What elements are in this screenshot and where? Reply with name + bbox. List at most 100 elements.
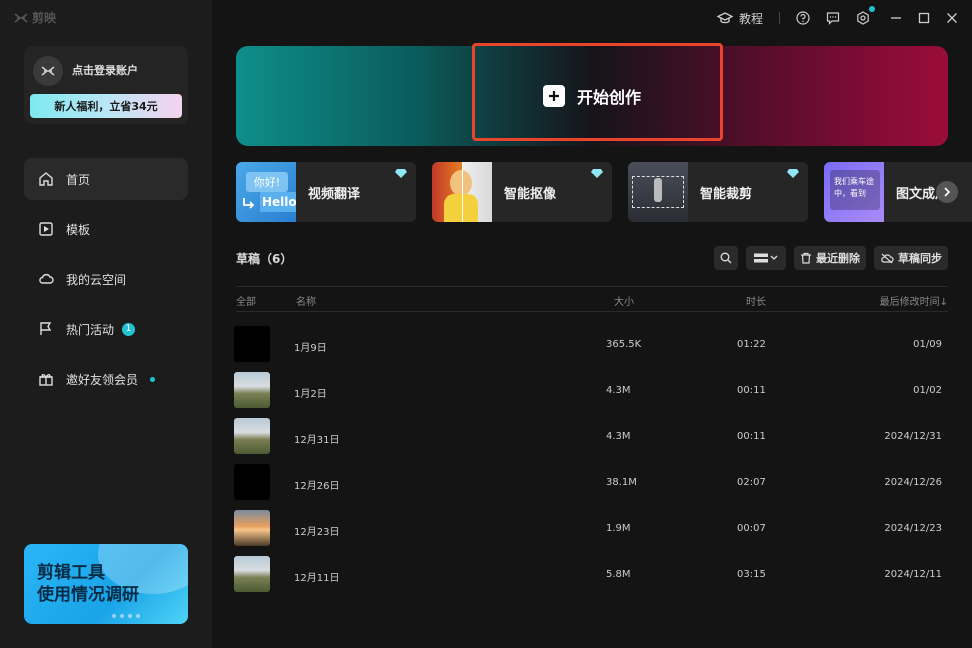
minimize-button[interactable] bbox=[890, 12, 902, 24]
draft-row[interactable]: 12月31日 4.3M 00:11 2024/12/31 bbox=[234, 414, 948, 460]
search-icon bbox=[720, 252, 732, 264]
sidebar-item-home[interactable]: 首页 bbox=[24, 158, 188, 200]
draft-name: 12月26日 bbox=[294, 481, 340, 492]
login-label[interactable]: 点击登录账户 bbox=[72, 62, 138, 78]
recent-delete-button[interactable]: 最近删除 bbox=[794, 246, 866, 270]
template-icon bbox=[39, 222, 53, 236]
highlight-annotation-box bbox=[472, 43, 723, 141]
vip-diamond-icon bbox=[395, 169, 407, 178]
draft-name: 12月31日 bbox=[294, 435, 340, 446]
sidebar-item-activities[interactable]: 热门活动 1 bbox=[24, 308, 188, 350]
draft-size: 5.8M bbox=[606, 569, 631, 580]
sidebar-nav: 首页 模板 我的云空间 热门活动 1 邀好友领会员 bbox=[24, 158, 188, 408]
draft-modified-time: 2024/12/11 bbox=[884, 569, 942, 580]
carousel-dots bbox=[112, 614, 140, 618]
survey-line-2: 使用情况调研 bbox=[37, 585, 139, 605]
recent-delete-label: 最近删除 bbox=[816, 252, 860, 265]
draft-thumbnail[interactable] bbox=[234, 326, 270, 362]
draft-size: 4.3M bbox=[606, 431, 631, 442]
capcut-logo-icon bbox=[14, 12, 28, 23]
column-duration[interactable]: 时长 bbox=[746, 293, 766, 308]
draft-name: 12月11日 bbox=[294, 573, 340, 584]
video-translate-thumbnail: 你好! Hello bbox=[236, 162, 297, 222]
feature-label: 视频翻译 bbox=[308, 187, 361, 202]
draft-thumbnail[interactable] bbox=[234, 556, 270, 592]
settings-button[interactable] bbox=[856, 6, 875, 25]
draft-thumbnail[interactable] bbox=[234, 510, 270, 546]
draft-row[interactable]: 12月26日 38.1M 02:07 2024/12/26 bbox=[234, 460, 948, 506]
column-size[interactable]: 大小 bbox=[614, 293, 634, 308]
cloud-sync-icon bbox=[881, 253, 894, 264]
column-select-all[interactable]: 全部 bbox=[236, 293, 256, 308]
settings-notification-dot bbox=[869, 6, 875, 12]
draft-modified-time: 2024/12/31 bbox=[884, 431, 942, 442]
drafts-table-header: 全部 名称 大小 时长 最后修改时间↓ bbox=[236, 286, 948, 312]
draft-sync-button[interactable]: 草稿同步 bbox=[874, 246, 948, 270]
sidebar-item-label: 邀好友领会员 bbox=[66, 372, 139, 387]
view-toggle-button[interactable] bbox=[746, 246, 786, 270]
draft-row[interactable]: 1月2日 4.3M 00:11 01/02 bbox=[234, 368, 948, 414]
sidebar-item-label: 热门活动 bbox=[66, 322, 115, 337]
draft-size: 4.3M bbox=[606, 385, 631, 396]
draft-sync-label: 草稿同步 bbox=[898, 252, 942, 265]
feedback-icon bbox=[826, 12, 840, 25]
draft-row[interactable]: 12月23日 1.9M 00:07 2024/12/23 bbox=[234, 506, 948, 552]
thumb-text-nihao: 你好! bbox=[246, 172, 288, 192]
flag-icon bbox=[40, 322, 52, 335]
sidebar: 剪映 点击登录账户 新人福利，立省34元 首页 模板 我的云空间 热门活动 1 … bbox=[0, 0, 212, 648]
survey-text: 剪辑工具 使用情况调研 bbox=[37, 562, 139, 606]
thumb-caption-text: 我们乘车途中，看到 bbox=[830, 170, 880, 210]
feedback-button[interactable] bbox=[826, 11, 840, 25]
survey-banner[interactable]: 剪辑工具 使用情况调研 bbox=[24, 544, 188, 624]
sidebar-item-cloud[interactable]: 我的云空间 bbox=[24, 258, 188, 300]
draft-name: 1月2日 bbox=[294, 389, 327, 400]
search-button[interactable] bbox=[714, 246, 738, 270]
sidebar-item-template[interactable]: 模板 bbox=[24, 208, 188, 250]
draft-thumbnail[interactable] bbox=[234, 418, 270, 454]
draft-duration: 00:07 bbox=[737, 523, 766, 534]
column-modified[interactable]: 最后修改时间↓ bbox=[880, 293, 948, 308]
tutorial-button[interactable]: 教程 bbox=[716, 10, 763, 27]
title-bar: 教程 bbox=[212, 0, 972, 36]
maximize-button[interactable] bbox=[918, 12, 930, 24]
smart-crop-thumbnail bbox=[628, 162, 688, 222]
vip-diamond-icon bbox=[591, 169, 603, 178]
cloud-icon bbox=[39, 273, 54, 284]
feature-card-video-translate[interactable]: 你好! Hello 视频翻译 bbox=[236, 162, 416, 222]
new-dot-badge bbox=[150, 376, 156, 382]
feature-card-smart-crop[interactable]: 智能裁剪 bbox=[628, 162, 808, 222]
draft-thumbnail[interactable] bbox=[234, 464, 270, 500]
trash-icon bbox=[801, 252, 811, 264]
survey-line-1: 剪辑工具 bbox=[37, 563, 105, 583]
sidebar-item-invite[interactable]: 邀好友领会员 bbox=[24, 358, 188, 400]
help-button[interactable] bbox=[796, 11, 810, 25]
draft-duration: 00:11 bbox=[737, 385, 766, 396]
draft-modified-time: 01/02 bbox=[913, 385, 942, 396]
feature-label: 智能裁剪 bbox=[700, 187, 753, 202]
new-user-promo-button[interactable]: 新人福利，立省34元 bbox=[30, 94, 182, 118]
close-button[interactable] bbox=[946, 12, 958, 24]
draft-modified-time: 2024/12/23 bbox=[884, 523, 942, 534]
settings-icon bbox=[857, 11, 869, 25]
draft-duration: 00:11 bbox=[737, 431, 766, 442]
draft-duration: 01:22 bbox=[737, 339, 766, 350]
draft-row[interactable]: 12月11日 5.8M 03:15 2024/12/11 bbox=[234, 552, 948, 598]
minimize-icon bbox=[891, 17, 901, 19]
draft-name: 12月23日 bbox=[294, 527, 340, 538]
carousel-next-button[interactable] bbox=[936, 181, 958, 203]
draft-duration: 02:07 bbox=[737, 477, 766, 488]
drafts-toolbar: 最近删除 草稿同步 bbox=[714, 246, 948, 270]
tutorial-label: 教程 bbox=[738, 11, 763, 26]
vip-diamond-icon bbox=[787, 169, 799, 178]
avatar[interactable] bbox=[33, 56, 63, 86]
draft-size: 1.9M bbox=[606, 523, 631, 534]
maximize-icon bbox=[918, 12, 930, 24]
feature-label: 智能抠像 bbox=[504, 187, 557, 202]
app-logo: 剪映 bbox=[14, 9, 56, 26]
column-name[interactable]: 名称 bbox=[296, 293, 316, 308]
login-card[interactable]: 点击登录账户 新人福利，立省34元 bbox=[24, 46, 188, 124]
draft-row[interactable]: 1月9日 365.5K 01:22 01/09 bbox=[234, 322, 948, 368]
feature-card-smart-matting[interactable]: 智能抠像 bbox=[432, 162, 612, 222]
draft-duration: 03:15 bbox=[737, 569, 766, 580]
draft-thumbnail[interactable] bbox=[234, 372, 270, 408]
